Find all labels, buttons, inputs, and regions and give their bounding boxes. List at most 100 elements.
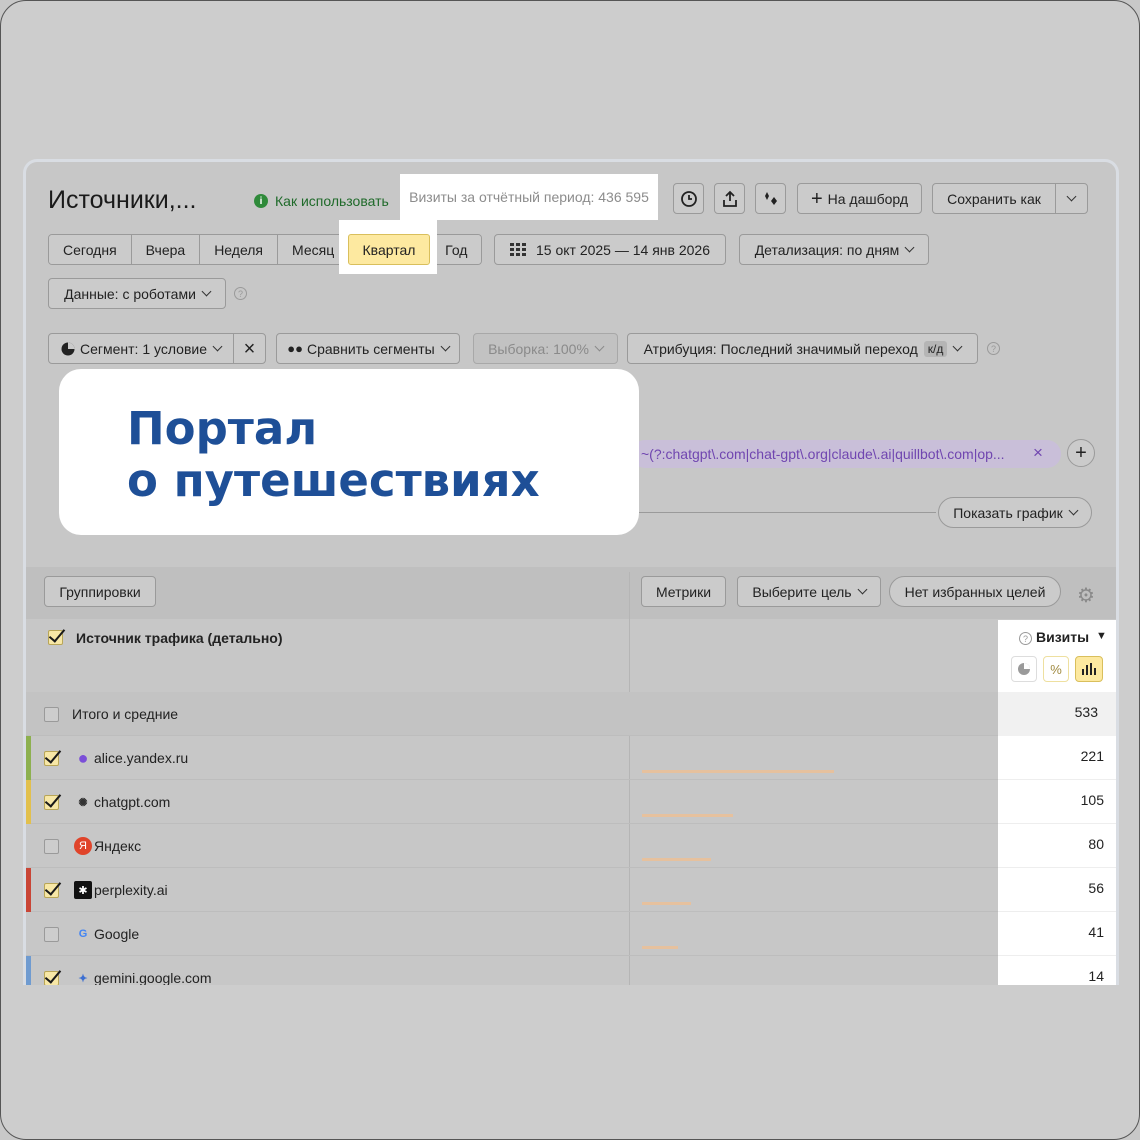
row-checkbox[interactable]	[44, 927, 59, 942]
plus-icon: +	[810, 187, 823, 210]
date-range-picker[interactable]: 15 окт 2025 — 14 янв 2026	[494, 234, 726, 265]
save-as-button[interactable]: Сохранить как	[932, 183, 1056, 214]
row-color-stripe	[26, 736, 31, 780]
row-source-name[interactable]: Яндекс	[94, 838, 141, 854]
detail-dropdown[interactable]: Детализация: по дням	[739, 234, 929, 265]
chart-divider	[636, 512, 936, 513]
row-value: 41	[1088, 924, 1104, 940]
table-row[interactable]: G Google	[26, 912, 1116, 956]
row-source-name[interactable]: Google	[94, 926, 139, 942]
period-week[interactable]: Неделя	[200, 235, 279, 264]
chevron-down-icon	[1068, 505, 1079, 516]
compare-label: Сравнить сегменты	[306, 340, 435, 357]
row-source-name[interactable]: chatgpt.com	[94, 794, 170, 810]
table-row[interactable]: ● alice.yandex.ru	[26, 736, 1116, 780]
table-row[interactable]: ✦ gemini.google.com	[26, 956, 1116, 985]
chatgpt-icon: ✺	[78, 796, 88, 809]
info-icon: i	[254, 194, 268, 208]
add-filter-button[interactable]: +	[1067, 439, 1095, 467]
pie-segment-icon	[61, 342, 75, 355]
date-range-label: 15 окт 2025 — 14 янв 2026	[535, 241, 710, 258]
visits-period-counter: Визиты за отчётный период: 436 595	[400, 174, 658, 220]
period-yesterday[interactable]: Вчера	[131, 235, 201, 264]
row-metric-cell: 105	[998, 780, 1116, 824]
row-color-stripe	[26, 780, 31, 824]
row-source-name[interactable]: alice.yandex.ru	[94, 750, 188, 766]
overlay-title-line2: о путешествиях	[127, 454, 540, 507]
total-label: Итого и средние	[72, 706, 179, 722]
total-row: Итого и средние 533	[26, 692, 1116, 736]
choose-goal-label: Выберите цель	[752, 583, 852, 600]
row-checkbox[interactable]	[44, 839, 59, 854]
row-value: 221	[1080, 748, 1104, 764]
compare-segments-dropdown[interactable]: ●● Сравнить сегменты	[276, 333, 460, 364]
table-row[interactable]: ✱ perplexity.ai	[26, 868, 1116, 912]
show-chart-button[interactable]: Показать график	[938, 497, 1092, 528]
help-icon[interactable]: ?	[1019, 632, 1032, 645]
ai-assistant-button[interactable]	[755, 183, 786, 214]
remove-filter-icon[interactable]: ×	[1033, 444, 1043, 462]
history-button[interactable]	[673, 183, 704, 214]
row-value: 105	[1080, 792, 1104, 808]
row-value: 56	[1088, 880, 1104, 896]
attribution-label: Атрибуция: Последний значимый переход	[643, 340, 918, 357]
how-to-use-link[interactable]: i Как использовать	[254, 193, 389, 209]
dimension-header[interactable]: Источник трафика (детально)	[76, 630, 283, 646]
help-icon[interactable]: ?	[234, 287, 247, 300]
row-value-bar	[642, 902, 691, 905]
data-robots-dropdown[interactable]: Данные: с роботами	[48, 278, 226, 309]
row-source-name[interactable]: gemini.google.com	[94, 970, 212, 985]
google-icon: G	[78, 928, 88, 940]
to-dashboard-button[interactable]: + На дашборд	[797, 183, 922, 214]
chevron-down-icon	[594, 341, 605, 352]
help-icon[interactable]: ?	[987, 342, 1000, 355]
export-button[interactable]	[714, 183, 745, 214]
table-row[interactable]: Я Яндекс	[26, 824, 1116, 868]
favorite-goals-button[interactable]: Нет избранных целей	[889, 576, 1061, 607]
chevron-down-icon	[857, 584, 868, 595]
row-color-stripe	[26, 956, 31, 985]
to-dashboard-label: На дашборд	[827, 190, 909, 207]
row-metric-cell: 80	[998, 824, 1116, 868]
period-quarter[interactable]: Квартал	[348, 234, 430, 265]
percent-icon: %	[1050, 661, 1062, 677]
period-today[interactable]: Сегодня	[49, 235, 132, 264]
segment-dropdown[interactable]: Сегмент: 1 условие	[48, 333, 234, 364]
clear-segment-button[interactable]: ×	[233, 333, 266, 364]
row-checkbox[interactable]	[44, 751, 59, 766]
pie-chart-icon	[1018, 663, 1030, 675]
bar-view-button[interactable]	[1075, 656, 1103, 682]
choose-goal-dropdown[interactable]: Выберите цель	[737, 576, 881, 607]
attribution-dropdown[interactable]: Атрибуция: Последний значимый переход к/…	[627, 333, 978, 364]
yandex-icon: Я	[74, 837, 92, 855]
row-checkbox[interactable]	[44, 883, 59, 898]
pie-view-button[interactable]	[1011, 656, 1037, 682]
total-checkbox[interactable]	[44, 707, 59, 722]
dimension-checkbox[interactable]	[48, 630, 63, 645]
source-filter-text: ~(?:chatgpt\.com|chat-gpt\.org|claude\.a…	[641, 446, 1005, 462]
period-year[interactable]: Год	[431, 235, 482, 264]
share-icon	[722, 190, 737, 207]
metric-header[interactable]: Визиты	[1036, 629, 1089, 645]
gear-icon[interactable]: ⚙	[1077, 583, 1095, 608]
percent-view-button[interactable]: %	[1043, 656, 1069, 682]
row-value-bar	[642, 858, 711, 861]
row-checkbox[interactable]	[44, 795, 59, 810]
row-checkbox[interactable]	[44, 971, 59, 985]
chevron-down-icon	[440, 341, 451, 352]
save-as-dropdown[interactable]	[1055, 183, 1088, 214]
overlay-title-line1: Портал	[127, 402, 318, 455]
table-row[interactable]: ✺ chatgpt.com	[26, 780, 1116, 824]
groupings-button[interactable]: Группировки	[44, 576, 156, 607]
favorite-goals-label: Нет избранных целей	[904, 583, 1046, 600]
metrics-button[interactable]: Метрики	[641, 576, 726, 607]
source-filter-chip[interactable]: ~(?:chatgpt\.com|chat-gpt\.org|claude\.a…	[631, 440, 1061, 468]
row-source-name[interactable]: perplexity.ai	[94, 882, 168, 898]
row-value: 14	[1088, 968, 1104, 984]
sort-desc-icon[interactable]: ▼	[1096, 630, 1107, 642]
row-value-bar	[642, 814, 733, 817]
sample-dropdown[interactable]: Выборка: 100%	[473, 333, 618, 364]
screenshot-frame: Источники,... i Как использовать Визиты …	[0, 0, 1140, 1140]
sparkle-icon	[764, 191, 777, 205]
bar-chart-icon	[1082, 663, 1096, 675]
